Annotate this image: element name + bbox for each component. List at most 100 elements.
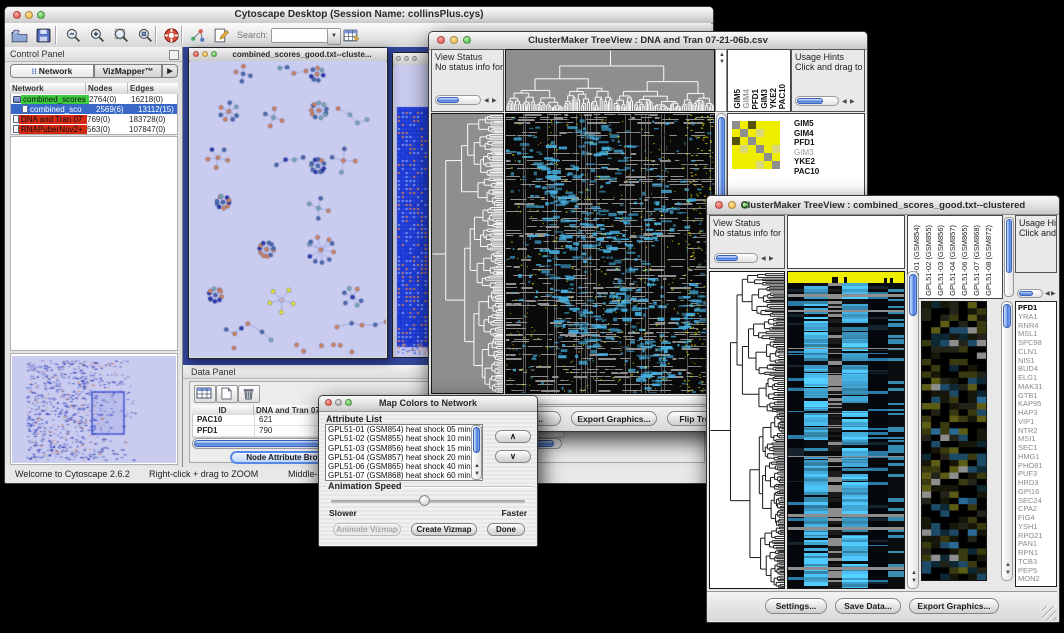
column-label[interactable]: GIM4 [742,89,751,109]
column-label[interactable]: GPL51-08 (GSM872) [983,225,994,296]
scrollbar-thumb[interactable] [716,255,738,261]
column-label[interactable]: GPL51-04 (GSM857) [947,225,958,296]
speed-slider-thumb[interactable] [419,495,430,506]
zoom-selected-icon[interactable] [135,25,155,45]
network-tree-row[interactable]: DNA and Tran 07769(0)183728(0) [11,114,177,124]
tv1-column-dendrogram[interactable] [505,49,715,112]
tv2-gene-labels[interactable]: PFD1YRA1RNR4MSL1SPC98CLN1NIS1BUD4ELG1MAK… [1015,301,1057,587]
close-button[interactable] [396,56,401,61]
search-input[interactable] [271,28,329,43]
column-label[interactable]: GPL51-03 (GSM856) [935,225,946,296]
birdseye-view-canvas[interactable] [12,356,176,463]
minimize-button[interactable] [202,51,208,57]
zoom-out-icon[interactable] [63,25,83,45]
scroll-down-icon[interactable]: ▼ [911,578,917,584]
tv1-column-labels[interactable]: GIM5GIM4PFD1GIM3YKE2PAC10 [727,49,791,112]
attribute-browser-icon[interactable] [341,25,361,45]
gene-label[interactable]: GIM5 [794,119,819,129]
zoom-fit-icon[interactable] [111,25,131,45]
move-down-button[interactable]: ∨ [495,450,531,463]
tv2-zoom-heatmap[interactable] [921,301,987,581]
attribute-list-item[interactable]: GPL51-02 (GSM855) heat shock 10 min [326,434,482,443]
scroll-right-icon[interactable]: ▶ [492,98,497,104]
minimize-button[interactable] [404,56,409,61]
network-overview-icon[interactable] [187,25,207,45]
tv2-zoom-vscrollbar[interactable]: ▲ ▼ [1001,301,1013,581]
scroll-left-icon[interactable]: ◀ [1045,291,1050,297]
annotation-icon[interactable] [211,25,231,45]
move-up-button[interactable]: ∧ [495,430,531,443]
usage-hints-scrollbar[interactable] [795,96,839,106]
export-graphics-button[interactable]: Export Graphics... [571,411,657,426]
gene-label[interactable]: GIM4 [794,129,819,139]
scrollbar-thumb[interactable] [909,274,917,316]
column-label[interactable]: PFD1 [751,89,760,109]
network-tree-row[interactable]: RNAPuberNov2+563(0)107847(0) [11,124,177,134]
scroll-down-icon[interactable]: ▼ [474,471,480,477]
scrollbar-thumb[interactable] [797,98,823,104]
tv2-row-dendrogram[interactable] [709,271,785,589]
main-title-bar[interactable]: Cytoscape Desktop (Session Name: collins… [5,7,713,24]
save-data-button[interactable]: Save Data... [835,598,901,614]
network-tree-row[interactable]: combined_sco2569(6)13112(15) [11,104,177,114]
create-vizmap-button[interactable]: Create Vizmap [411,523,477,536]
treeview1-title-bar[interactable]: ClusterMaker TreeView : DNA and Tran 07-… [429,32,867,50]
gene-label[interactable]: PAC10 [794,167,819,177]
zoom-window-button[interactable] [412,56,417,61]
column-label[interactable]: GIM3 [760,89,769,109]
scroll-left-icon[interactable]: ◀ [484,98,489,104]
scrollbar-thumb[interactable] [1006,219,1012,273]
scroll-up-icon[interactable]: ▲ [719,52,725,58]
network-canvas[interactable] [190,61,386,357]
tv1-heatmap[interactable] [505,113,715,394]
scroll-up-icon[interactable]: ▲ [1005,562,1011,568]
attribute-list-item[interactable]: GPL51-01 (GSM854) heat shock 05 min [326,425,482,434]
usage-hints-scrollbar[interactable] [1017,289,1043,298]
network-tree-empty-area[interactable] [10,136,178,351]
attribute-list-item[interactable]: GPL51-06 (GSM865) heat shock 40 min [326,462,482,471]
column-label[interactable]: YKE2 [769,88,778,109]
export-graphics-button[interactable]: Export Graphics... [909,598,999,614]
close-button[interactable] [193,51,199,57]
attribute-list-item[interactable]: GPL51-04 (GSM857) heat shock 20 min [326,453,482,462]
gene-label[interactable]: MON2 [1018,575,1056,584]
column-label[interactable]: GPL51-06 (GSM865) [959,225,970,296]
network-tree-row[interactable]: combined_scores2764(0)16218(0) [11,94,177,104]
help-icon[interactable] [161,25,181,45]
treeview2-title-bar[interactable]: ClusterMaker TreeView : combined_scores_… [707,196,1059,215]
attribute-select-button[interactable] [194,385,216,403]
settings-button[interactable]: Settings... [765,598,827,614]
scroll-down-icon[interactable]: ▼ [719,59,725,65]
view-status-scrollbar[interactable] [435,95,481,105]
scroll-right-icon[interactable]: ▶ [1051,291,1056,297]
tv1-row-dendrogram[interactable] [431,113,504,394]
tv2-labels-scrollbar[interactable] [1004,217,1014,297]
scrollbar-thumb[interactable] [437,97,459,103]
dialog-title-bar[interactable]: Map Colors to Network [319,396,537,412]
attribute-list-item[interactable]: GPL51-03 (GSM856) heat shock 15 min [326,444,482,453]
open-folder-icon[interactable] [9,25,29,45]
tv2-heatmap[interactable] [787,271,905,589]
scroll-up-icon[interactable]: ▲ [911,570,917,576]
column-label[interactable]: PAC10 [778,84,787,109]
scrollbar-thumb[interactable] [473,427,480,453]
search-dropdown-button[interactable]: ▼ [327,28,341,45]
scroll-right-icon[interactable]: ▶ [769,256,774,262]
save-icon[interactable] [33,25,53,45]
tv1-gene-labels[interactable]: GIM5GIM4PFD1GIM3YKE2PAC10 [794,119,819,177]
scrollbar-thumb[interactable] [1003,304,1011,328]
done-button[interactable]: Done [487,523,525,536]
scroll-right-icon[interactable]: ▶ [850,99,855,105]
zoom-in-icon[interactable] [87,25,107,45]
scroll-down-icon[interactable]: ▼ [1005,570,1011,576]
animate-vizmap-button[interactable]: Animate Vizmap [333,523,401,536]
tab-overflow-arrow[interactable]: ▶ [162,64,178,78]
attribute-list-item[interactable]: GPL51-07 (GSM868) heat shock 60 min [326,471,482,480]
scroll-left-icon[interactable]: ◀ [842,99,847,105]
tv1-mini-heatmap[interactable] [732,121,780,169]
tab-vizmapper[interactable]: VizMapper™ [94,64,162,78]
column-label[interactable]: GIM5 [733,89,742,109]
tv2-heatmap-vscrollbar[interactable]: ▲ ▼ [907,271,919,589]
gene-label[interactable]: GIM3 [794,148,819,158]
delete-attribute-button[interactable] [238,385,260,403]
